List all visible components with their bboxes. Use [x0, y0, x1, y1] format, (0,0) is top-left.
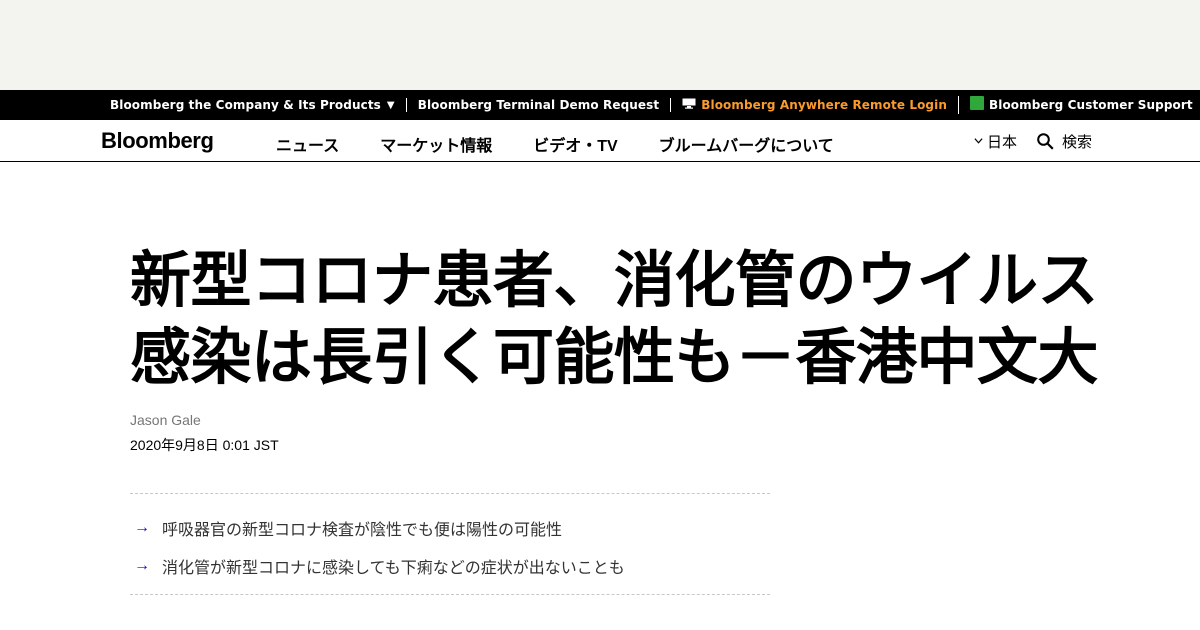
nav-about[interactable]: ブルームバーグについて	[659, 132, 834, 156]
search-icon	[1037, 133, 1054, 150]
divider	[957, 96, 959, 114]
author-byline[interactable]: Jason Gale	[130, 412, 201, 428]
search-button[interactable]: 検索	[1037, 131, 1092, 152]
corporate-topbar: Bloomberg the Company & Its Products ▼ B…	[0, 90, 1200, 120]
abstract-item: → 呼吸器官の新型コロナ検査が陰性でも便は陽性の可能性	[130, 516, 562, 540]
article-headline: 新型コロナ患者、消化管のウイルス 感染は長引く可能性も－香港中文大	[130, 242, 1110, 396]
search-label: 検索	[1061, 134, 1092, 151]
arrow-right-icon: →	[134, 519, 150, 536]
nav-news[interactable]: ニュース	[276, 132, 339, 156]
nav-markets[interactable]: マーケット情報	[380, 132, 492, 156]
customer-support-link[interactable]: Bloomberg Customer Support	[969, 96, 1193, 112]
article-abstract: → 呼吸器官の新型コロナ検査が陰性でも便は陽性の可能性 → 消化管が新型コロナに…	[130, 493, 770, 595]
nav-utilities: 日本 検索	[974, 131, 1092, 152]
headline-line-2: 感染は長引く可能性も－香港中文大	[130, 322, 1099, 393]
abstract-item: → 消化管が新型コロナに感染しても下痢などの症状が出ないことも	[130, 554, 625, 578]
green-square-icon	[969, 96, 984, 110]
bloomberg-logo[interactable]: Bloomberg	[101, 128, 214, 154]
company-products-label: Bloomberg the Company & Its Products	[110, 98, 381, 112]
divider	[670, 98, 672, 112]
nav-video-tv[interactable]: ビデオ・TV	[533, 132, 617, 156]
abstract-text: 呼吸器官の新型コロナ検査が陰性でも便は陽性の可能性	[162, 522, 563, 539]
customer-support-label: Bloomberg Customer Support	[988, 98, 1193, 112]
publish-date: 2020年9月8日 0:01 JST	[130, 437, 279, 453]
company-products-dropdown[interactable]: Bloomberg the Company & Its Products ▼	[110, 98, 395, 112]
nav-links: ニュース マーケット情報 ビデオ・TV ブルームバーグについて	[276, 132, 875, 156]
divider	[405, 98, 407, 112]
chevron-down-icon	[974, 137, 983, 144]
language-selector[interactable]: 日本	[974, 131, 1017, 152]
abstract-text: 消化管が新型コロナに感染しても下痢などの症状が出ないことも	[162, 560, 625, 577]
arrow-right-icon: →	[134, 557, 150, 574]
terminal-demo-link[interactable]: Bloomberg Terminal Demo Request	[418, 98, 660, 112]
language-label: 日本	[986, 134, 1017, 151]
main-navigation: Bloomberg ニュース マーケット情報 ビデオ・TV ブルームバーグについ…	[0, 120, 1200, 162]
ad-banner-area	[0, 0, 1200, 90]
monitor-icon	[682, 98, 696, 112]
caret-down-icon: ▼	[386, 100, 395, 111]
headline-line-1: 新型コロナ患者、消化管のウイルス	[130, 245, 1099, 316]
anywhere-login-link[interactable]: Bloomberg Anywhere Remote Login	[682, 98, 947, 112]
anywhere-login-label: Bloomberg Anywhere Remote Login	[701, 98, 947, 112]
